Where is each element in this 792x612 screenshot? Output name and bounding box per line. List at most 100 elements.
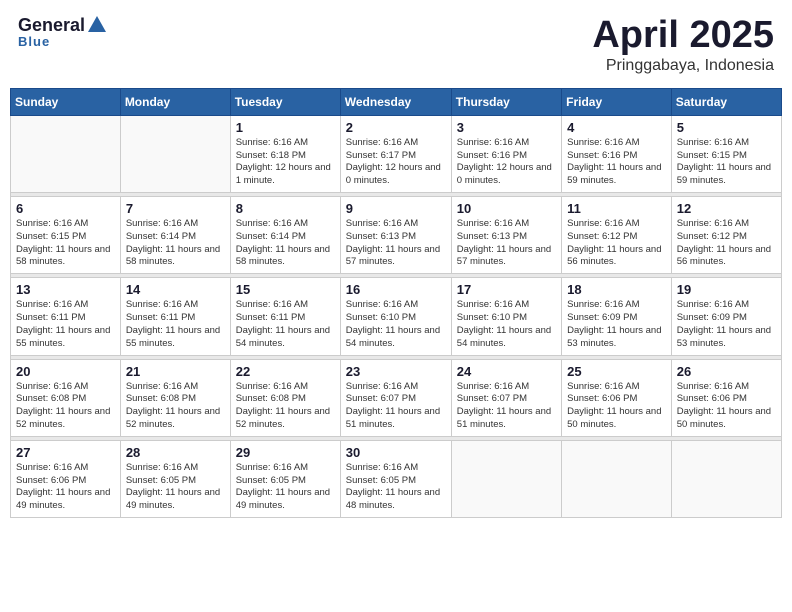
calendar-cell xyxy=(562,440,672,517)
weekday-header-tuesday: Tuesday xyxy=(230,88,340,115)
calendar-cell: 28Sunrise: 6:16 AM Sunset: 6:05 PM Dayli… xyxy=(120,440,230,517)
header: General Blue April 2025 Pringgabaya, Ind… xyxy=(10,10,782,80)
day-info: Sunrise: 6:16 AM Sunset: 6:10 PM Dayligh… xyxy=(346,299,446,350)
calendar-cell: 3 Sunrise: 6:16 AM Sunset: 6:16 PM Daylig… xyxy=(451,115,561,192)
day-info: Sunrise: 6:16 AM Sunset: 6:18 PM Dayligh… xyxy=(236,137,335,188)
day-number: 15 xyxy=(236,282,335,297)
calendar-cell: 27 Sunrise: 6:16 AM Sunset: 6:06 PM Dayli… xyxy=(11,440,121,517)
day-number: 28 xyxy=(126,445,225,460)
day-info: Sunrise: 6:16 AM Sunset: 6:06 PM Dayligh… xyxy=(677,381,776,432)
calendar-week-row: 6Sunrise: 6:16 AM Sunset: 6:15 PM Daylig… xyxy=(11,197,782,274)
month-year-title: April 2025 xyxy=(592,15,774,57)
calendar-week-row: 27 Sunrise: 6:16 AM Sunset: 6:06 PM Dayli… xyxy=(11,440,782,517)
day-info: Sunrise: 6:16 AM Sunset: 6:08 PM Dayligh… xyxy=(236,381,335,432)
day-number: 14 xyxy=(126,282,225,297)
day-info: Sunrise: 6:16 AM Sunset: 6:17 PM Dayligh… xyxy=(346,137,446,188)
day-number: 19 xyxy=(677,282,776,297)
calendar-cell: 8Sunrise: 6:16 AM Sunset: 6:14 PM Daylig… xyxy=(230,197,340,274)
day-number: 11 xyxy=(567,201,666,216)
day-info: Sunrise: 6:16 AM Sunset: 6:15 PM Dayligh… xyxy=(677,137,776,188)
day-number: 30 xyxy=(346,445,446,460)
calendar-cell xyxy=(671,440,781,517)
calendar-cell: 26 Sunrise: 6:16 AM Sunset: 6:06 PM Dayli… xyxy=(671,359,781,436)
day-info: Sunrise: 6:16 AM Sunset: 6:13 PM Dayligh… xyxy=(457,218,556,269)
day-info: Sunrise: 6:16 AM Sunset: 6:07 PM Dayligh… xyxy=(457,381,556,432)
calendar-week-row: 20 Sunrise: 6:16 AM Sunset: 6:08 PM Dayli… xyxy=(11,359,782,436)
calendar-week-row: 13Sunrise: 6:16 AM Sunset: 6:11 PM Dayli… xyxy=(11,278,782,355)
day-number: 20 xyxy=(16,364,115,379)
day-number: 26 xyxy=(677,364,776,379)
day-number: 3 xyxy=(457,120,556,135)
weekday-header-sunday: Sunday xyxy=(11,88,121,115)
day-number: 25 xyxy=(567,364,666,379)
day-number: 21 xyxy=(126,364,225,379)
weekday-header-wednesday: Wednesday xyxy=(340,88,451,115)
day-number: 12 xyxy=(677,201,776,216)
day-info: Sunrise: 6:16 AM Sunset: 6:16 PM Dayligh… xyxy=(457,137,556,188)
calendar-cell: 2 Sunrise: 6:16 AM Sunset: 6:17 PM Daylig… xyxy=(340,115,451,192)
day-number: 27 xyxy=(16,445,115,460)
calendar-cell: 16 Sunrise: 6:16 AM Sunset: 6:10 PM Dayli… xyxy=(340,278,451,355)
day-number: 8 xyxy=(236,201,335,216)
day-info: Sunrise: 6:16 AM Sunset: 6:11 PM Dayligh… xyxy=(16,299,115,350)
location-subtitle: Pringgabaya, Indonesia xyxy=(592,57,774,75)
calendar-cell: 25 Sunrise: 6:16 AM Sunset: 6:06 PM Dayli… xyxy=(562,359,672,436)
day-number: 6 xyxy=(16,201,115,216)
calendar-cell xyxy=(11,115,121,192)
day-number: 7 xyxy=(126,201,225,216)
calendar-cell: 5Sunrise: 6:16 AM Sunset: 6:15 PM Daylig… xyxy=(671,115,781,192)
logo: General Blue xyxy=(18,15,108,49)
calendar-cell: 12 Sunrise: 6:16 AM Sunset: 6:12 PM Dayli… xyxy=(671,197,781,274)
calendar-cell: 30 Sunrise: 6:16 AM Sunset: 6:05 PM Dayli… xyxy=(340,440,451,517)
day-info: Sunrise: 6:16 AM Sunset: 6:06 PM Dayligh… xyxy=(567,381,666,432)
day-info: Sunrise: 6:16 AM Sunset: 6:11 PM Dayligh… xyxy=(126,299,225,350)
day-number: 2 xyxy=(346,120,446,135)
calendar-cell xyxy=(120,115,230,192)
day-info: Sunrise: 6:16 AM Sunset: 6:05 PM Dayligh… xyxy=(236,462,335,513)
day-info: Sunrise: 6:16 AM Sunset: 6:08 PM Dayligh… xyxy=(16,381,115,432)
day-number: 16 xyxy=(346,282,446,297)
calendar-cell: 10 Sunrise: 6:16 AM Sunset: 6:13 PM Dayli… xyxy=(451,197,561,274)
calendar-cell: 21 Sunrise: 6:16 AM Sunset: 6:08 PM Dayli… xyxy=(120,359,230,436)
day-number: 17 xyxy=(457,282,556,297)
calendar-cell: 23 Sunrise: 6:16 AM Sunset: 6:07 PM Dayli… xyxy=(340,359,451,436)
day-number: 1 xyxy=(236,120,335,135)
calendar-cell: 13Sunrise: 6:16 AM Sunset: 6:11 PM Dayli… xyxy=(11,278,121,355)
calendar-cell xyxy=(451,440,561,517)
day-info: Sunrise: 6:16 AM Sunset: 6:06 PM Dayligh… xyxy=(16,462,115,513)
calendar-cell: 24 Sunrise: 6:16 AM Sunset: 6:07 PM Dayli… xyxy=(451,359,561,436)
calendar-cell: 20 Sunrise: 6:16 AM Sunset: 6:08 PM Dayli… xyxy=(11,359,121,436)
calendar-cell: 6Sunrise: 6:16 AM Sunset: 6:15 PM Daylig… xyxy=(11,197,121,274)
weekday-header-thursday: Thursday xyxy=(451,88,561,115)
calendar-cell: 14 Sunrise: 6:16 AM Sunset: 6:11 PM Dayli… xyxy=(120,278,230,355)
day-info: Sunrise: 6:16 AM Sunset: 6:11 PM Dayligh… xyxy=(236,299,335,350)
day-info: Sunrise: 6:16 AM Sunset: 6:12 PM Dayligh… xyxy=(677,218,776,269)
day-number: 4 xyxy=(567,120,666,135)
day-number: 23 xyxy=(346,364,446,379)
calendar-cell: 19Sunrise: 6:16 AM Sunset: 6:09 PM Dayli… xyxy=(671,278,781,355)
calendar-cell: 7 Sunrise: 6:16 AM Sunset: 6:14 PM Daylig… xyxy=(120,197,230,274)
calendar-cell: 11Sunrise: 6:16 AM Sunset: 6:12 PM Dayli… xyxy=(562,197,672,274)
calendar-cell: 1 Sunrise: 6:16 AM Sunset: 6:18 PM Daylig… xyxy=(230,115,340,192)
day-info: Sunrise: 6:16 AM Sunset: 6:07 PM Dayligh… xyxy=(346,381,446,432)
day-info: Sunrise: 6:16 AM Sunset: 6:13 PM Dayligh… xyxy=(346,218,446,269)
day-number: 24 xyxy=(457,364,556,379)
calendar-table: SundayMondayTuesdayWednesdayThursdayFrid… xyxy=(10,88,782,518)
day-info: Sunrise: 6:16 AM Sunset: 6:16 PM Dayligh… xyxy=(567,137,666,188)
day-number: 9 xyxy=(346,201,446,216)
day-number: 29 xyxy=(236,445,335,460)
weekday-header-row: SundayMondayTuesdayWednesdayThursdayFrid… xyxy=(11,88,782,115)
day-info: Sunrise: 6:16 AM Sunset: 6:05 PM Dayligh… xyxy=(346,462,446,513)
day-info: Sunrise: 6:16 AM Sunset: 6:10 PM Dayligh… xyxy=(457,299,556,350)
logo-blue-text: Blue xyxy=(18,34,50,49)
calendar-cell: 17 Sunrise: 6:16 AM Sunset: 6:10 PM Dayli… xyxy=(451,278,561,355)
calendar-cell: 4 Sunrise: 6:16 AM Sunset: 6:16 PM Daylig… xyxy=(562,115,672,192)
day-number: 18 xyxy=(567,282,666,297)
day-info: Sunrise: 6:16 AM Sunset: 6:08 PM Dayligh… xyxy=(126,381,225,432)
day-number: 10 xyxy=(457,201,556,216)
calendar-cell: 22Sunrise: 6:16 AM Sunset: 6:08 PM Dayli… xyxy=(230,359,340,436)
day-info: Sunrise: 6:16 AM Sunset: 6:14 PM Dayligh… xyxy=(126,218,225,269)
calendar-cell: 15 Sunrise: 6:16 AM Sunset: 6:11 PM Dayli… xyxy=(230,278,340,355)
weekday-header-monday: Monday xyxy=(120,88,230,115)
calendar-cell: 18Sunrise: 6:16 AM Sunset: 6:09 PM Dayli… xyxy=(562,278,672,355)
